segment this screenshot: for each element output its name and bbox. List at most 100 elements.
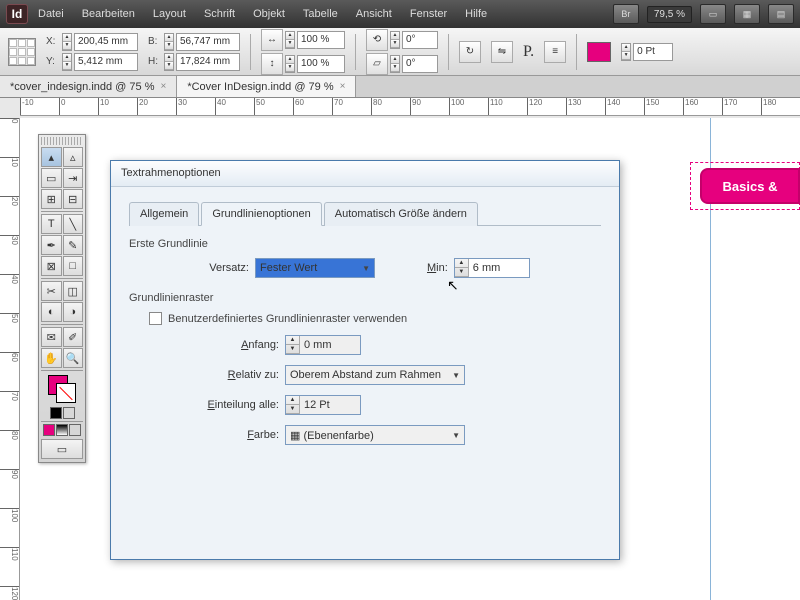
shear-icon: ▱ — [366, 53, 388, 75]
rotate-input[interactable] — [402, 31, 438, 49]
apply-color[interactable] — [43, 424, 55, 436]
x-input[interactable] — [74, 33, 138, 51]
rotate-cw-icon[interactable]: ↻ — [459, 41, 481, 63]
tab-grundlinien[interactable]: Grundlinienoptionen — [201, 202, 321, 226]
default-fill[interactable] — [50, 407, 62, 419]
ruler-horizontal[interactable]: -100102030405060708090100110120130140150… — [20, 98, 800, 116]
w-input[interactable] — [176, 33, 240, 51]
note-tool[interactable]: ✉ — [41, 327, 62, 347]
scissors-tool[interactable]: ✂ — [41, 281, 62, 301]
panel-grip[interactable] — [41, 137, 83, 145]
hand-tool[interactable]: ✋ — [41, 348, 62, 368]
close-icon[interactable]: × — [160, 81, 166, 92]
stroke-input[interactable] — [633, 43, 673, 61]
menu-layout[interactable]: Layout — [145, 4, 194, 24]
anfang-label: Anfang: — [189, 339, 279, 351]
w-spinner[interactable]: ▲▼ — [164, 33, 174, 51]
swap-icon[interactable] — [63, 407, 75, 419]
reference-point[interactable] — [8, 38, 36, 66]
h-spinner[interactable]: ▲▼ — [164, 53, 174, 71]
tools-panel: ▴▵ ▭⇥ ⊞⊟ T╲ ✒✎ ⊠□ ✂◫ ◐◑ ✉✐ ✋🔍 ▭ — [38, 134, 86, 463]
y-spinner[interactable]: ▲▼ — [62, 53, 72, 71]
tab-auto-size[interactable]: Automatisch Größe ändern — [324, 202, 478, 226]
dialog-tabs: Allgemein Grundlinienoptionen Automatisc… — [129, 201, 601, 226]
content-collector-tool[interactable]: ⊞ — [41, 189, 62, 209]
document-tabs: *cover_indesign.indd @ 75 %× *Cover InDe… — [0, 76, 800, 98]
chevron-down-icon: ▼ — [362, 264, 370, 273]
menu-schrift[interactable]: Schrift — [196, 4, 243, 24]
menu-fenster[interactable]: Fenster — [402, 4, 455, 24]
selection-tool[interactable]: ▴ — [41, 147, 62, 167]
min-input[interactable]: ▲▼ — [454, 258, 530, 278]
menu-ansicht[interactable]: Ansicht — [348, 4, 400, 24]
menubar: Id Datei Bearbeiten Layout Schrift Objek… — [0, 0, 800, 28]
relativ-label: Relativ zu: — [189, 369, 279, 381]
einteilung-label: Einteilung alle: — [189, 399, 279, 411]
section-grundlinienraster: Grundlinienraster — [129, 292, 601, 304]
custom-grid-checkbox[interactable] — [149, 312, 162, 325]
menu-datei[interactable]: Datei — [30, 4, 72, 24]
section-erste-grundlinie: Erste Grundlinie — [129, 238, 601, 250]
flip-h-icon[interactable]: ⇋ — [491, 41, 513, 63]
workspace-button[interactable]: ▤ — [768, 4, 794, 24]
dialog-title: Textrahmenoptionen — [111, 161, 619, 187]
x-spinner[interactable]: ▲▼ — [62, 33, 72, 51]
scale-x-icon: ↔ — [261, 29, 283, 51]
gap-tool[interactable]: ⇥ — [63, 168, 84, 188]
zoom-tool[interactable]: 🔍 — [63, 348, 84, 368]
line-tool[interactable]: ╲ — [63, 214, 84, 234]
fill-stroke-swap[interactable] — [48, 375, 76, 403]
doc-tab-2[interactable]: *Cover InDesign.indd @ 79 %× — [177, 76, 356, 97]
farbe-label: Farbe: — [189, 429, 279, 441]
farbe-select: ▦ (Ebenenfarbe)▼ — [285, 425, 465, 445]
type-tool[interactable]: T — [41, 214, 62, 234]
tab-allgemein[interactable]: Allgemein — [129, 202, 199, 226]
text-frame-options-dialog: Textrahmenoptionen Allgemein Grundlinien… — [110, 160, 620, 560]
menu-bearbeiten[interactable]: Bearbeiten — [74, 4, 143, 24]
eyedropper-tool[interactable]: ✐ — [63, 327, 84, 347]
min-label: Min: — [427, 262, 448, 274]
gradient-swatch-tool[interactable]: ◐ — [41, 302, 62, 322]
apply-none[interactable] — [69, 424, 81, 436]
rotate-icon: ⟲ — [366, 29, 388, 51]
app-logo: Id — [6, 4, 28, 24]
arrange-button[interactable]: ▦ — [734, 4, 760, 24]
menu-tabelle[interactable]: Tabelle — [295, 4, 346, 24]
text-frame-basics[interactable]: Basics & — [700, 168, 800, 204]
zoom-level[interactable]: 79,5 % — [647, 6, 692, 23]
control-bar: X:▲▼ Y:▲▼ B:▲▼ H:▲▼ ↔▲▼ ↕▲▼ ⟲▲▼ ▱▲▼ ↻ ⇋ … — [0, 28, 800, 76]
screen-mode-button[interactable]: ▭ — [700, 4, 726, 24]
pencil-tool[interactable]: ✎ — [63, 235, 84, 255]
custom-grid-label: Benutzerdefiniertes Grundlinienraster ve… — [168, 313, 407, 325]
gradient-feather-tool[interactable]: ◑ — [63, 302, 84, 322]
scale-y-icon: ↕ — [261, 53, 283, 75]
doc-tab-1[interactable]: *cover_indesign.indd @ 75 %× — [0, 76, 177, 97]
menu-objekt[interactable]: Objekt — [245, 4, 293, 24]
rectangle-frame-tool[interactable]: ⊠ — [41, 256, 62, 276]
align-icon[interactable]: ≡ — [544, 41, 566, 63]
y-input[interactable] — [74, 53, 138, 71]
content-placer-tool[interactable]: ⊟ — [63, 189, 84, 209]
h-input[interactable] — [176, 53, 240, 71]
page-tool[interactable]: ▭ — [41, 168, 62, 188]
versatz-select[interactable]: Fester Wert▼ — [255, 258, 375, 278]
rectangle-tool[interactable]: □ — [63, 256, 84, 276]
versatz-label: Versatz: — [159, 262, 249, 274]
menu-hilfe[interactable]: Hilfe — [457, 4, 495, 24]
shear-input[interactable] — [402, 55, 438, 73]
anfang-input: ▲▼ — [285, 335, 361, 355]
direct-selection-tool[interactable]: ▵ — [63, 147, 84, 167]
fill-swatch[interactable] — [587, 42, 611, 62]
view-mode[interactable]: ▭ — [41, 439, 83, 459]
close-icon[interactable]: × — [340, 81, 346, 92]
einteilung-input: ▲▼ — [285, 395, 361, 415]
ruler-vertical[interactable]: 0102030405060708090100110120 — [0, 118, 20, 600]
scale-y-input[interactable] — [297, 55, 345, 73]
scale-x-input[interactable] — [297, 31, 345, 49]
apply-gradient[interactable] — [56, 424, 68, 436]
pen-tool[interactable]: ✒ — [41, 235, 62, 255]
free-transform-tool[interactable]: ◫ — [63, 281, 84, 301]
bridge-button[interactable]: Br — [613, 4, 639, 24]
character-p-icon: P. — [523, 43, 534, 61]
relativ-select: Oberem Abstand zum Rahmen▼ — [285, 365, 465, 385]
